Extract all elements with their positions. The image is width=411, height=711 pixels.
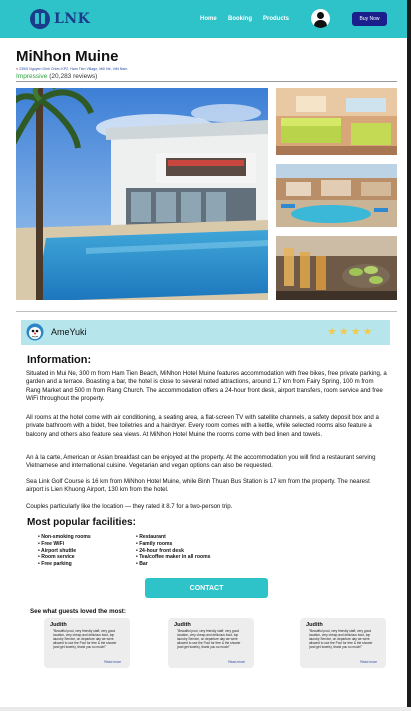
- review-count[interactable]: (20,283 reviews): [49, 73, 97, 80]
- brand-logo[interactable]: LNK: [30, 9, 90, 29]
- user-icon-head: [317, 12, 324, 19]
- hotel-address[interactable]: ● 235/5 Nguyen Dinh Chieu KP2, Ham Tien …: [16, 67, 127, 71]
- facility-item: 24-hour front desk: [136, 548, 210, 555]
- user-icon-body: [314, 20, 327, 28]
- location-pin-icon: ●: [16, 67, 19, 71]
- reviewer-avatar-icon: [26, 323, 44, 341]
- facility-item: Room service: [38, 554, 91, 561]
- divider: [16, 81, 397, 82]
- info-heading: Information:: [27, 354, 92, 366]
- info-paragraph: Sea Link Golf Course is 16 km from MiNho…: [26, 478, 370, 494]
- nav-link-home[interactable]: Home: [200, 16, 217, 22]
- review-author: Judith: [50, 622, 67, 628]
- review-text: "Beautiful pool, very friendly staff, ve…: [177, 629, 241, 650]
- rating-word: Impressive: [16, 73, 48, 80]
- facilities-heading: Most popular facilities:: [27, 517, 136, 528]
- facility-item: Free WiFi: [38, 541, 91, 548]
- review-text: "Beautiful pool, very friendly staff, ve…: [53, 629, 117, 650]
- read-more-link[interactable]: Read more: [228, 660, 245, 664]
- facilities-list-right: Restaurant Family rooms 24-hour front de…: [136, 534, 210, 568]
- divider: [16, 311, 397, 312]
- info-paragraph: An à la carte, American or Asian breakfa…: [26, 454, 376, 470]
- review-card: Judith "Beautiful pool, very friendly st…: [300, 618, 386, 668]
- contact-button[interactable]: CONTACT: [145, 578, 268, 598]
- room-photo[interactable]: [276, 88, 397, 155]
- address-text: 235/5 Nguyen Dinh Chieu KP2, Ham Tien Vi…: [19, 67, 128, 71]
- facility-item: Tea/coffee maker in all rooms: [136, 554, 210, 561]
- star-rating: ★★★★: [327, 326, 375, 338]
- guests-heading: See what guests loved the most:: [30, 608, 126, 615]
- facility-item: Airport shuttle: [38, 548, 91, 555]
- info-paragraph: Situated in Mui Ne, 300 m from Ham Tien …: [26, 370, 387, 402]
- window-edge-bottom: [0, 707, 411, 711]
- facility-item: Non-smoking rooms: [38, 534, 91, 541]
- review-author: Judith: [306, 622, 323, 628]
- top-nav: LNK Home Booking Products Buy Now: [0, 0, 407, 38]
- drinks-photo[interactable]: [276, 236, 397, 300]
- facility-item: Bar: [136, 561, 210, 568]
- nav-link-booking[interactable]: Booking: [228, 16, 252, 22]
- facility-item: Free parking: [38, 561, 91, 568]
- drinks-image: [276, 236, 397, 300]
- user-avatar-button[interactable]: [311, 9, 330, 28]
- review-card: Judith "Beautiful pool, very friendly st…: [168, 618, 254, 668]
- review-author: Judith: [174, 622, 191, 628]
- buy-now-button[interactable]: Buy Now: [352, 12, 387, 26]
- info-paragraph: All rooms at the hotel come with air con…: [26, 414, 379, 438]
- room-image: [276, 88, 397, 155]
- window-edge: [407, 0, 411, 711]
- review-text: "Beautiful pool, very friendly staff, ve…: [309, 629, 373, 650]
- facility-item: Family rooms: [136, 541, 210, 548]
- facility-item: Restaurant: [136, 534, 210, 541]
- rating-summary: Impressive (20,283 reviews): [16, 73, 97, 80]
- hotel-name: MiNhon Muine: [16, 48, 119, 65]
- logo-icon: [30, 9, 50, 29]
- brand-name: LNK: [54, 11, 91, 27]
- reviewer-strip: AmeYuki ★★★★: [21, 320, 390, 345]
- read-more-link[interactable]: Read more: [104, 660, 121, 664]
- resort-pool-image: [276, 164, 397, 227]
- reviewer-name: AmeYuki: [51, 327, 87, 337]
- hotel-pool-image: [16, 88, 268, 300]
- nav-link-products[interactable]: Products: [263, 16, 289, 22]
- resort-pool-photo[interactable]: [276, 164, 397, 227]
- review-card: Judith "Beautiful pool, very friendly st…: [44, 618, 130, 668]
- read-more-link[interactable]: Read more: [360, 660, 377, 664]
- main-hotel-photo[interactable]: [16, 88, 268, 300]
- info-paragraph: Couples particularly like the location —…: [26, 503, 233, 510]
- facilities-list-left: Non-smoking rooms Free WiFi Airport shut…: [38, 534, 91, 568]
